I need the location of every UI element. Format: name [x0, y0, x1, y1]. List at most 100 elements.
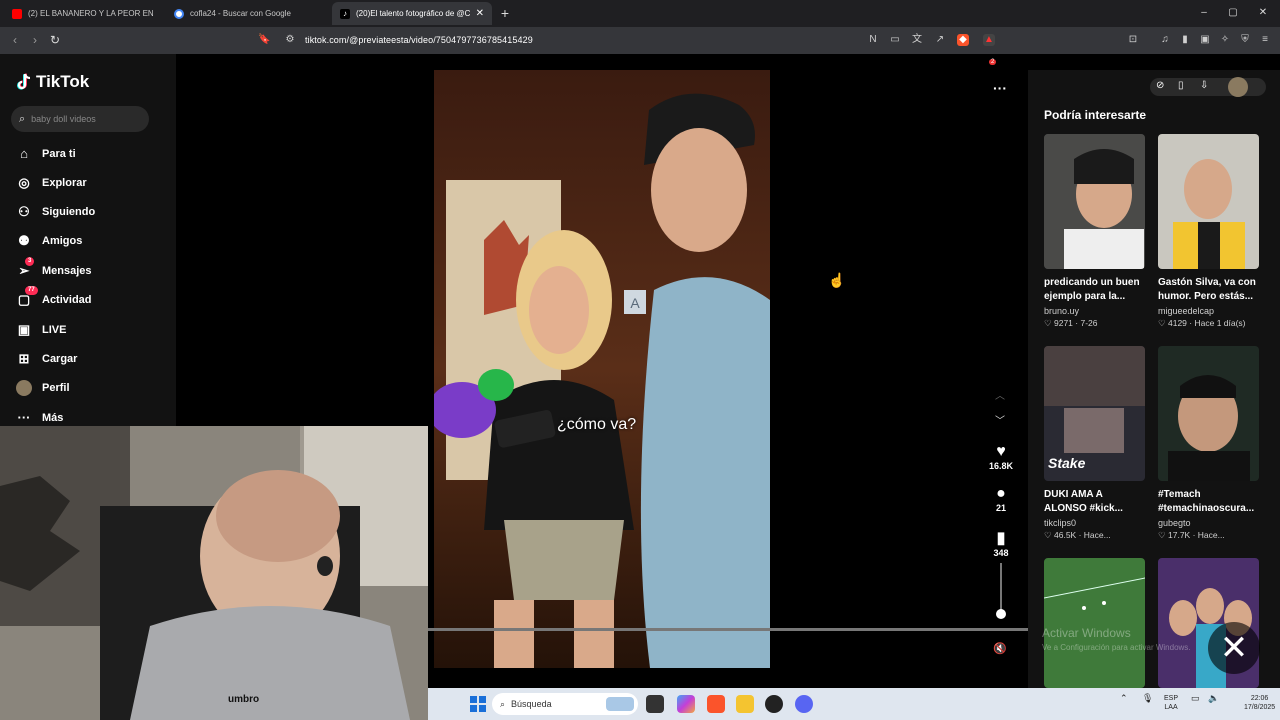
progress-bar[interactable]: [428, 628, 1028, 631]
more-options-icon[interactable]: ···: [993, 80, 1007, 96]
tray-chevron-icon[interactable]: ⌃: [1120, 694, 1128, 703]
coin-icon[interactable]: ⊘: [1156, 80, 1164, 91]
clock[interactable]: 22:06 17/8/2025: [1244, 694, 1275, 712]
heart-outline-icon: ♡: [1044, 530, 1052, 540]
video-card[interactable]: Stake DUKI AMA A ALONSO #kick... tikclip…: [1044, 346, 1145, 541]
sidebar-icon[interactable]: ▮: [1179, 34, 1191, 46]
brave-rewards-icon[interactable]: ▲: [983, 34, 995, 46]
device-icon[interactable]: ▯: [1178, 80, 1184, 91]
following-icon: ⚇: [18, 204, 30, 219]
close-tab-icon[interactable]: ✕: [476, 8, 484, 19]
sidebar-item-mas[interactable]: ··· Más: [16, 408, 64, 428]
close-window-button[interactable]: ✕: [1256, 6, 1270, 20]
translate-icon[interactable]: 文: [911, 34, 923, 46]
sidebar-item-label: LIVE: [42, 324, 67, 336]
new-tab-button[interactable]: +: [498, 6, 512, 20]
card-likes: 9271: [1054, 318, 1073, 328]
taskbar-search[interactable]: ⌕ Búsqueda: [492, 693, 638, 715]
sidebar-item-perfil[interactable]: Perfil: [16, 378, 70, 398]
tab-google[interactable]: cofla24 - Buscar con Google: [166, 2, 326, 25]
save-button[interactable]: ▮ 348: [988, 530, 1014, 558]
sidebar-item-para-ti[interactable]: ⌂ Para ti: [16, 144, 76, 164]
reload-icon[interactable]: ↻: [48, 33, 62, 47]
sidebar-item-explorar[interactable]: ◎ Explorar: [16, 173, 86, 193]
video-card[interactable]: Gastón Silva, va con humor. Pero estás..…: [1158, 134, 1259, 329]
brave-taskbar-icon[interactable]: [707, 695, 725, 713]
video-card[interactable]: [1044, 558, 1145, 688]
card-meta: ♡ 46.5K · Hace...: [1044, 530, 1111, 540]
volume-slider-thumb[interactable]: [996, 609, 1006, 619]
search-input[interactable]: ⌕ baby doll videos: [11, 106, 149, 132]
copilot-icon[interactable]: [677, 695, 695, 713]
tab-label: (2) EL BANANERO Y LA PEOR EN: [28, 9, 154, 18]
logo-text: TikTok: [36, 72, 90, 91]
network-icon[interactable]: ▭: [1191, 694, 1200, 703]
video-player[interactable]: A: [434, 70, 770, 668]
vpn-icon[interactable]: ⛨: [1239, 34, 1251, 46]
mouse-cursor-icon: ☝: [828, 272, 846, 288]
maximize-button[interactable]: ▢: [1226, 6, 1240, 20]
comment-button[interactable]: ● 21: [988, 485, 1014, 513]
url-field[interactable]: tiktok.com/@previateesta/video/750479773…: [305, 35, 533, 45]
video-thumbnail: Stake: [1044, 346, 1145, 481]
music-icon[interactable]: ♫: [1159, 34, 1171, 46]
minimize-button[interactable]: –: [1197, 6, 1211, 20]
back-icon[interactable]: ‹: [8, 33, 22, 47]
mute-icon[interactable]: 🔇: [993, 642, 1007, 655]
cast-icon[interactable]: ▭: [889, 34, 901, 46]
video-card[interactable]: predicando un buen ejemplo para la... br…: [1044, 134, 1145, 329]
youtube-favicon-icon: [12, 8, 22, 19]
card-meta: ♡ 9271 · 7-26: [1044, 318, 1098, 328]
forward-icon[interactable]: ›: [28, 33, 42, 47]
reader-icon[interactable]: N: [867, 34, 879, 46]
tab-youtube[interactable]: (2) EL BANANERO Y LA PEOR EN: [4, 2, 164, 25]
profile-avatar[interactable]: [1228, 77, 1248, 97]
clock-time: 22:06: [1250, 695, 1269, 702]
upload-icon: ⊞: [18, 351, 30, 366]
sidebar-item-label: Perfil: [42, 382, 70, 394]
tiktok-favicon-icon: ♪: [340, 8, 350, 19]
activate-windows-title: Activar Windows: [1042, 626, 1131, 640]
task-view-icon[interactable]: [646, 695, 664, 713]
volume-slider-track[interactable]: [1000, 563, 1002, 613]
sidebar-item-amigos[interactable]: ⚉ Amigos: [16, 231, 82, 251]
sidebar-item-siguiendo[interactable]: ⚇ Siguiendo: [16, 202, 95, 222]
tab-tiktok[interactable]: ♪ (20)El talento fotográfico de @C ✕: [332, 2, 492, 25]
tab-label: cofla24 - Buscar con Google: [190, 9, 291, 18]
card-likes: 17.7K: [1168, 530, 1191, 540]
live-icon: ▣: [17, 322, 31, 337]
brave-shield-icon[interactable]: ◆: [957, 34, 969, 46]
sidebar-item-actividad[interactable]: ▢ 77 Actividad: [16, 286, 92, 310]
leo-ai-icon[interactable]: ✧: [1219, 34, 1231, 46]
file-explorer-icon[interactable]: [736, 695, 754, 713]
sidebar-item-label: Para ti: [42, 148, 76, 160]
sidebar-item-live[interactable]: ▣ LIVE: [16, 320, 67, 340]
send-icon: ➢ 3: [16, 257, 35, 279]
windows-start-icon[interactable]: [470, 696, 486, 712]
site-info-icon[interactable]: ⚙: [284, 34, 296, 46]
sidebar-item-cargar[interactable]: ⊞ Cargar: [16, 349, 78, 369]
wallet-icon[interactable]: ▣: [1199, 34, 1211, 46]
download-icon[interactable]: ⇩: [1200, 80, 1208, 91]
menu-icon[interactable]: ≡: [1259, 34, 1271, 46]
discord-icon[interactable]: [795, 695, 813, 713]
video-frame: A: [434, 70, 770, 668]
like-button[interactable]: ♥ 16.8K: [988, 443, 1014, 471]
search-placeholder: baby doll videos: [31, 114, 96, 124]
sidebar-item-mensajes[interactable]: ➢ 3 Mensajes: [16, 257, 92, 281]
obs-icon[interactable]: [765, 695, 783, 713]
volume-icon[interactable]: 🔈: [1208, 694, 1219, 703]
card-title: DUKI AMA A ALONSO #kick...: [1044, 489, 1123, 514]
screenshot-icon[interactable]: ⊡: [1127, 34, 1139, 46]
next-video-icon[interactable]: ﹀: [995, 412, 1005, 427]
tiktok-logo[interactable]: TikTok: [16, 72, 89, 92]
video-card[interactable]: #Temach #temachinaoscura... gubegto ♡ 17…: [1158, 346, 1259, 541]
previous-video-icon[interactable]: ︿: [995, 387, 1005, 402]
sidebar-item-label: Más: [42, 412, 64, 424]
share-icon[interactable]: ↗: [934, 34, 946, 46]
card-date: Hace...: [1083, 530, 1111, 540]
video-thumbnail: [1044, 558, 1145, 688]
bookmark-icon[interactable]: 🔖: [258, 34, 270, 46]
microphone-icon[interactable]: 🎙: [1142, 694, 1153, 703]
language-indicator[interactable]: ESP LAA: [1164, 694, 1178, 712]
